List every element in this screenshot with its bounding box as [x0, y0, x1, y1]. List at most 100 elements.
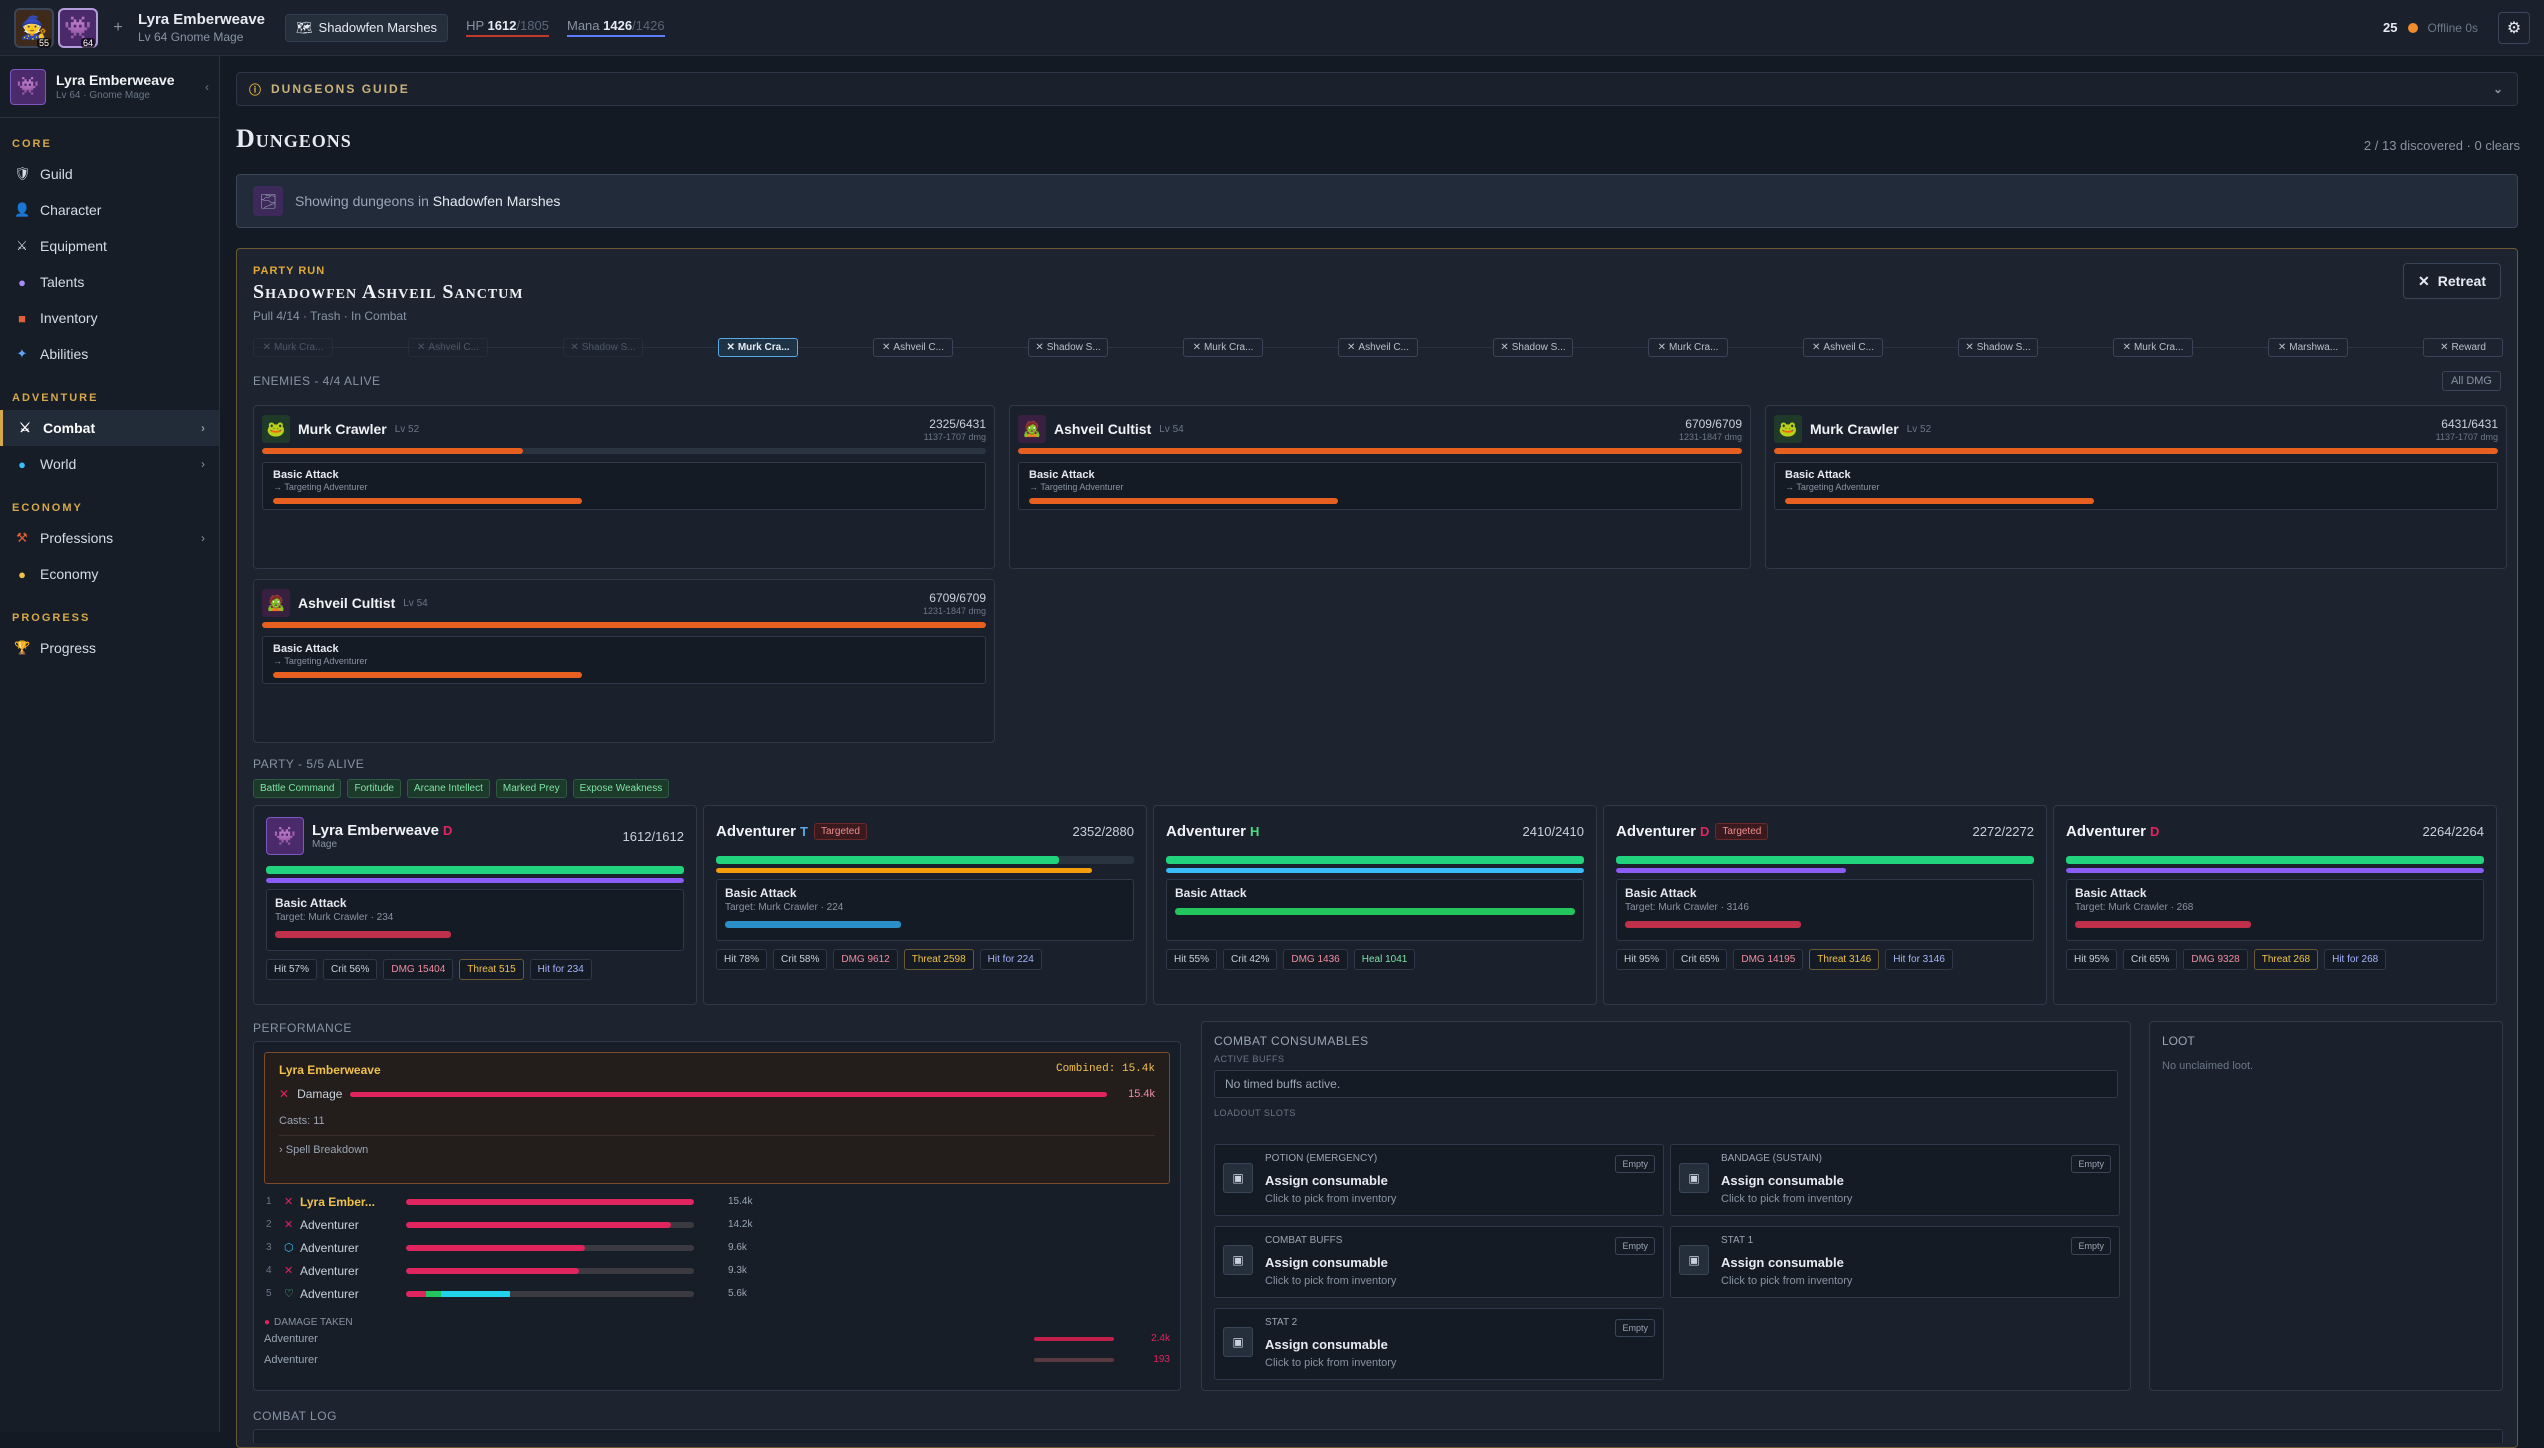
pull-node-10[interactable]: ✕ Murk Cra...	[1648, 337, 1728, 357]
rank-row[interactable]: 3 ⬡ Adventurer 9.6k	[264, 1236, 1170, 1259]
consumable-slot[interactable]: ▣ POTION (EMERGENCY) Assign consumable Clic…	[1214, 1144, 1664, 1216]
hp-value: 1612	[487, 18, 517, 33]
party-buffs: Battle Command Fortitude Arcane Intellect M…	[253, 779, 670, 798]
party-member-name: Adventurer	[2066, 822, 2147, 840]
abilities-icon: ✦	[16, 346, 28, 361]
sidebar-profile[interactable]: 👾 Lyra Emberweave Lv 64 · Gnome Mage ‹	[0, 56, 219, 118]
enemy-hp-value: 6709/6709	[929, 590, 986, 605]
pull-node-12[interactable]: ✕ Shadow S...	[1958, 337, 2038, 357]
pull-node-14[interactable]: ✕ Marshwa...	[2268, 337, 2348, 357]
loot-empty-message: No unclaimed loot.	[2162, 1060, 2254, 1072]
sidebar-item-abilities[interactable]: ✦ Abilities	[0, 336, 219, 372]
pull-node-1[interactable]: ✕ Murk Cra...	[253, 337, 333, 357]
enemy-card[interactable]: 🐸 Murk Crawler Lv 52 6431/6431 1137-1707 dmg…	[1765, 405, 2507, 569]
chevron-left-icon[interactable]: ‹	[205, 80, 209, 94]
enemy-dmg-range: 1137-1707 dmg	[923, 431, 986, 442]
sidebar-item-world[interactable]: ● World ›	[0, 446, 219, 482]
pull-node-11[interactable]: ✕ Ashveil C...	[1803, 337, 1883, 357]
pull-node-2[interactable]: ✕ Ashveil C...	[408, 337, 488, 357]
party-member-card[interactable]: Adventurer H 2410/2410 Basic Attack Hit 55% C…	[1153, 805, 1597, 1005]
pull-node-8[interactable]: ✕ Ashveil C...	[1338, 337, 1418, 357]
pull-icon: ✕	[1965, 341, 1974, 353]
party-cast-bar	[2075, 921, 2475, 928]
offline-status: Offline 0s	[2427, 20, 2478, 35]
consumable-slot[interactable]: ▣ BANDAGE (SUSTAIN) Assign consumable Click…	[1670, 1144, 2120, 1216]
dungeons-guide-toggle[interactable]: ⓘ DUNGEONS GUIDE ⌄	[236, 72, 2518, 106]
sidebar-item-economy[interactable]: ● Economy	[0, 556, 219, 592]
pull-node-3[interactable]: ✕ Shadow S...	[563, 337, 643, 357]
slot-icon: ▣	[1679, 1163, 1709, 1193]
top-bar: 🧙 55 👾 64 + Lyra Emberweave Lv 64 Gnome Ma…	[0, 0, 2544, 56]
party-action-name: Basic Attack	[275, 896, 347, 910]
party-resource-fill	[266, 878, 684, 883]
enemy-hp-bar	[1774, 448, 2498, 454]
retreat-button[interactable]: ✕ Retreat	[2403, 263, 2501, 299]
pull-node-15[interactable]: ✕ Reward	[2423, 337, 2503, 357]
sidebar-item-inventory[interactable]: ■ Inventory	[0, 300, 219, 336]
sidebar-item-talents[interactable]: ● Talents	[0, 264, 219, 300]
sidebar-item-progress[interactable]: 🏆 Progress	[0, 630, 219, 666]
enemy-header: 🐸 Murk Crawler Lv 52 6431/6431 1137-1707 dmg	[1774, 414, 2498, 444]
enemy-card[interactable]: 🐸 Murk Crawler Lv 52 2325/6431 1137-1707 dmg…	[253, 405, 995, 569]
party-member-card[interactable]: Adventurer T Targeted 2352/2880 Basic Attack…	[703, 805, 1147, 1005]
rank-row[interactable]: 2 ✕ Adventurer 14.2k	[264, 1213, 1170, 1236]
sidebar-item-professions[interactable]: ⚒ Professions ›	[0, 520, 219, 556]
party-cast-bar	[1175, 908, 1575, 915]
profile-subtitle: Lv 64 · Gnome Mage	[56, 90, 150, 101]
enemy-card[interactable]: 🧟 Ashveil Cultist Lv 54 6709/6709 1231-1847 …	[1009, 405, 1751, 569]
enemy-card[interactable]: 🧟 Ashveil Cultist Lv 54 6709/6709 1231-1847 …	[253, 579, 995, 743]
enemy-portrait-icon: 🐸	[262, 415, 290, 443]
rank-number: 3	[266, 1242, 272, 1253]
pull-node-7[interactable]: ✕ Murk Cra...	[1183, 337, 1263, 357]
party-member-card[interactable]: Adventurer D Targeted 2272/2272 Basic Attack…	[1603, 805, 2047, 1005]
rank-row[interactable]: 5 ♡ Adventurer 5.6k	[264, 1282, 1170, 1305]
enemies-label: ENEMIES - 4/4 ALIVE	[253, 374, 381, 388]
slot-hint: Click to pick from inventory	[1721, 1275, 1853, 1287]
sidebar-item-combat[interactable]: ⚔ Combat ›	[0, 410, 219, 446]
party-hp-fill	[1616, 856, 2034, 864]
sidebar-item-character[interactable]: 👤 Character	[0, 192, 219, 228]
add-character-button[interactable]: +	[106, 16, 130, 40]
consumable-slot[interactable]: ▣ STAT 1 Assign consumable Click to pick fr…	[1670, 1226, 2120, 1298]
sword-icon: ✕	[284, 1265, 294, 1277]
pull-node-9[interactable]: ✕ Shadow S...	[1493, 337, 1573, 357]
location-pill[interactable]: 🗺 Shadowfen Marshes	[285, 13, 449, 42]
trophy-icon: 🏆	[14, 640, 31, 655]
spell-breakdown-toggle[interactable]: › Spell Breakdown	[279, 1144, 1155, 1156]
party-member-card[interactable]: Adventurer D 2264/2264 Basic Attack Target: …	[2053, 805, 2497, 1005]
enemy-cast-bar	[273, 498, 975, 504]
combat-icon: ⚔	[19, 420, 31, 435]
slot-icon: ▣	[1223, 1163, 1253, 1193]
hp-stat: HP 1612/1805	[466, 18, 549, 37]
party-avatar-1[interactable]: 🧙 55	[14, 7, 54, 48]
combined-total: Combined: 15.4k	[1055, 1063, 1155, 1075]
buff-tag[interactable]: Marked Prey	[495, 779, 567, 798]
enemy-portrait-icon: 🧟	[262, 589, 290, 617]
consumable-slot[interactable]: ▣ STAT 2 Assign consumable Click to pick fr…	[1214, 1308, 1664, 1380]
pull-node-5[interactable]: ✕ Ashveil C...	[873, 337, 953, 357]
buff-tag[interactable]: Expose Weakness	[572, 779, 670, 798]
enemy-level: Lv 54	[403, 597, 428, 609]
party-hp-bar	[1166, 856, 1584, 864]
party-action-name: Basic Attack	[1175, 886, 1247, 900]
consumable-slot[interactable]: ▣ COMBAT BUFFS Assign consumable Click to p…	[1214, 1226, 1664, 1298]
avatar-level: 55	[36, 37, 51, 48]
sidebar-item-guild[interactable]: 🛡 Guild	[0, 156, 219, 192]
buff-tag[interactable]: Arcane Intellect	[406, 779, 490, 798]
party-member-card[interactable]: 👾 Lyra Emberweave D Mage 1612/1612 Basic Atta…	[253, 805, 697, 1005]
rank-row[interactable]: 4 ✕ Adventurer 9.3k	[264, 1259, 1170, 1282]
rank-row[interactable]: 1 ✕ Lyra Ember... 15.4k	[264, 1190, 1170, 1213]
party-avatar-2[interactable]: 👾 64	[58, 7, 98, 48]
buff-tag[interactable]: Battle Command	[253, 779, 342, 798]
sidebar-item-equipment[interactable]: ⚔ Equipment	[0, 228, 219, 264]
slot-assign: Assign consumable	[1721, 1255, 1844, 1270]
rank-bar-fill	[426, 1290, 441, 1297]
rank-value: 15.4k	[728, 1196, 753, 1207]
settings-button[interactable]: ⚙	[2498, 11, 2530, 44]
pull-node-13[interactable]: ✕ Murk Cra...	[2113, 337, 2193, 357]
pull-node-6[interactable]: ✕ Shadow S...	[1028, 337, 1108, 357]
buff-tag[interactable]: Fortitude	[347, 779, 401, 798]
pull-node-4[interactable]: ✕ Murk Cra...	[718, 337, 798, 357]
enemy-name: Murk Crawler	[298, 421, 387, 437]
all-dmg-toggle[interactable]: All DMG	[2442, 371, 2501, 391]
